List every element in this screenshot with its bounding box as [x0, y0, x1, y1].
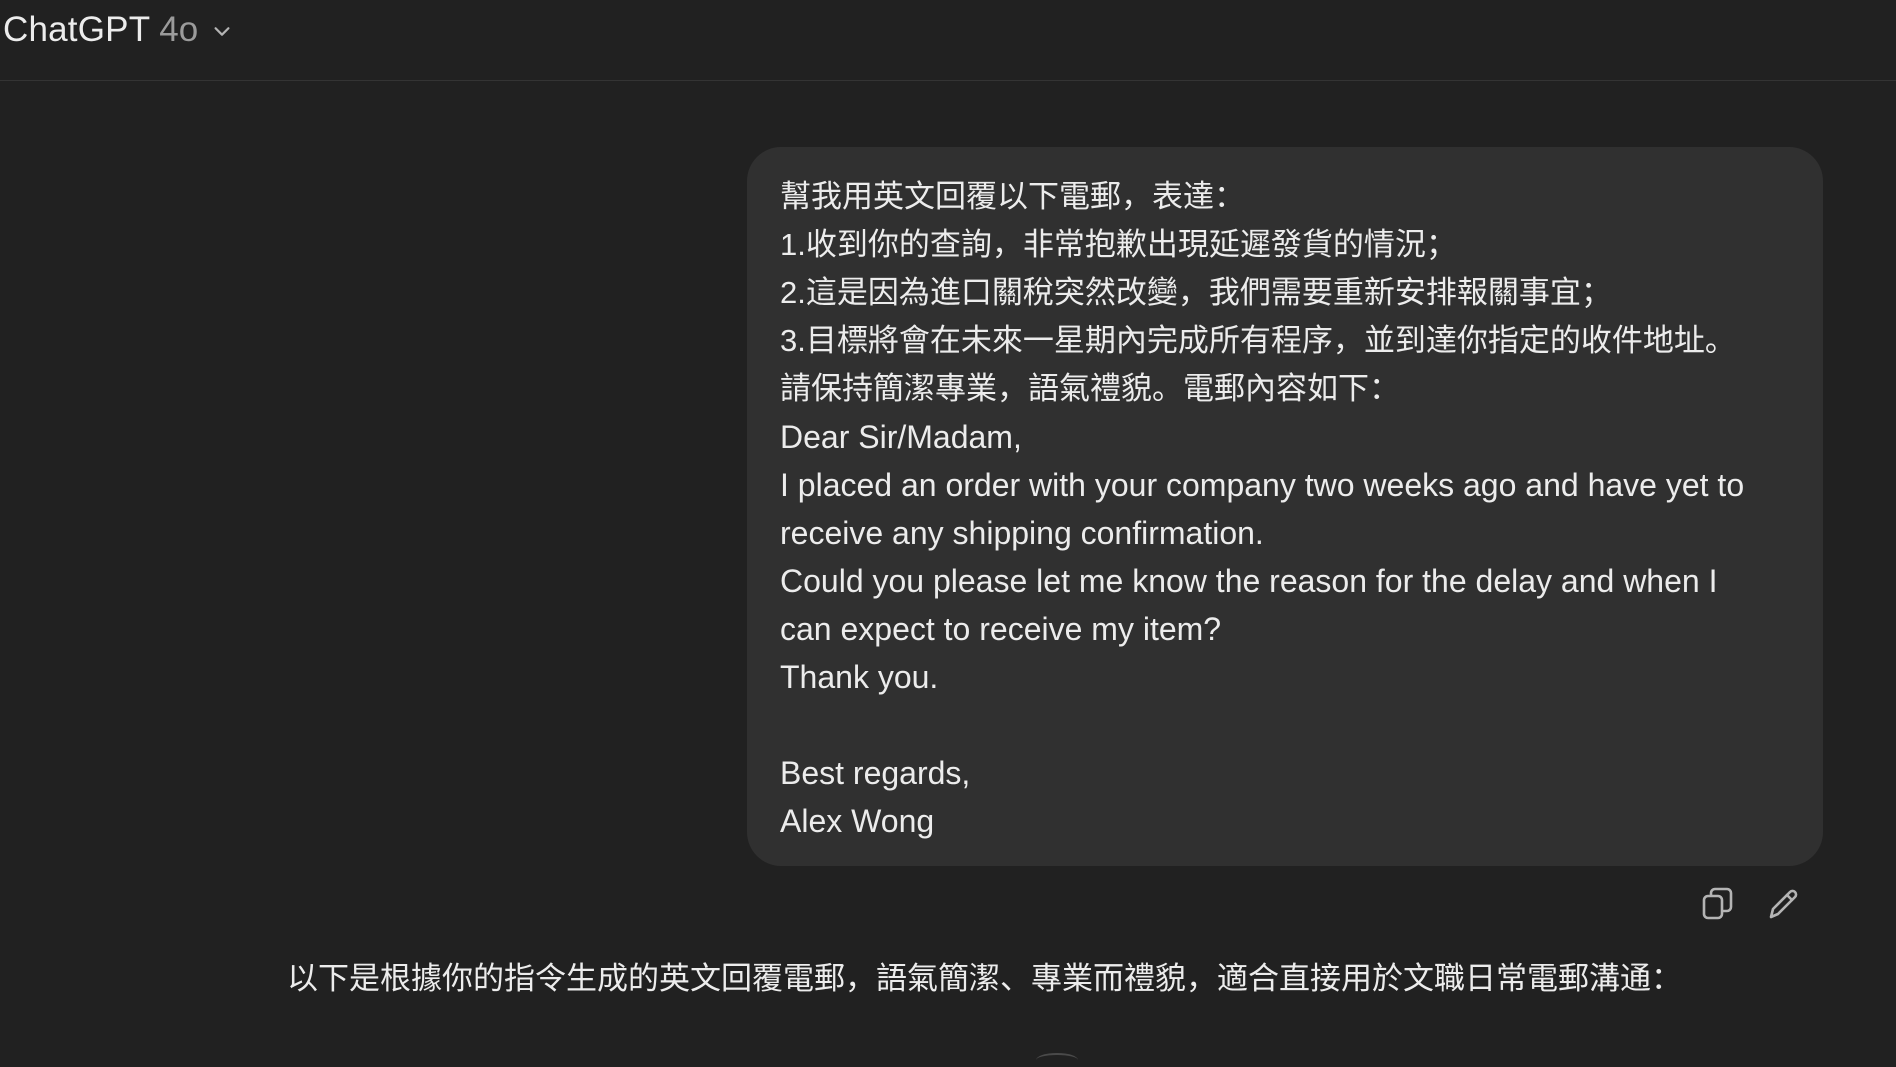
- model-name: ChatGPT: [3, 10, 151, 49]
- scroll-down-button[interactable]: [1036, 1053, 1078, 1067]
- chevron-down-icon: [214, 27, 230, 36]
- user-message-line: 2.這是因為進口關稅突然改變，我們需要重新安排報關事宜；: [780, 275, 1612, 310]
- edit-pencil-icon: [1769, 889, 1798, 919]
- model-version: 4o: [159, 10, 199, 49]
- user-message-line: Could you please let me know the reason …: [780, 563, 1718, 599]
- message-actions: [1700, 884, 1801, 924]
- edit-button[interactable]: [1765, 884, 1801, 924]
- copy-button[interactable]: [1700, 884, 1736, 924]
- assistant-message-text: 以下是根據你的指令生成的英文回覆電郵，語氣簡潔、專業而禮貌，適合直接用於文職日常…: [287, 961, 1682, 996]
- user-message-line: 幫我用英文回覆以下電郵，表達：: [780, 179, 1245, 214]
- user-message-bubble: 幫我用英文回覆以下電郵，表達： 1.收到你的查詢，非常抱歉出現延遲發貨的情況； …: [747, 147, 1823, 866]
- user-message-line: [780, 701, 1793, 749]
- model-selector[interactable]: ChatGPT 4o: [3, 6, 233, 54]
- user-message-line: Thank you.: [780, 659, 939, 695]
- user-message-line: 1.收到你的查詢，非常抱歉出現延遲發貨的情況；: [780, 227, 1457, 262]
- user-message-line: Dear Sir/Madam,: [780, 419, 1022, 455]
- user-message-line: receive any shipping confirmation.: [780, 515, 1264, 551]
- user-message-line: Alex Wong: [780, 803, 935, 839]
- top-header: ChatGPT 4o: [0, 0, 1896, 81]
- user-message-line: 請保持簡潔專業，語氣禮貌。電郵內容如下：: [780, 371, 1400, 406]
- user-message-line: 3.目標將會在未來一星期內完成所有程序，並到達你指定的收件地址。: [780, 323, 1736, 358]
- user-message-line: Best regards,: [780, 755, 971, 791]
- copy-icon: [1702, 887, 1733, 920]
- user-message-line: can expect to receive my item?: [780, 611, 1222, 647]
- user-message-line: I placed an order with your company two …: [780, 467, 1745, 503]
